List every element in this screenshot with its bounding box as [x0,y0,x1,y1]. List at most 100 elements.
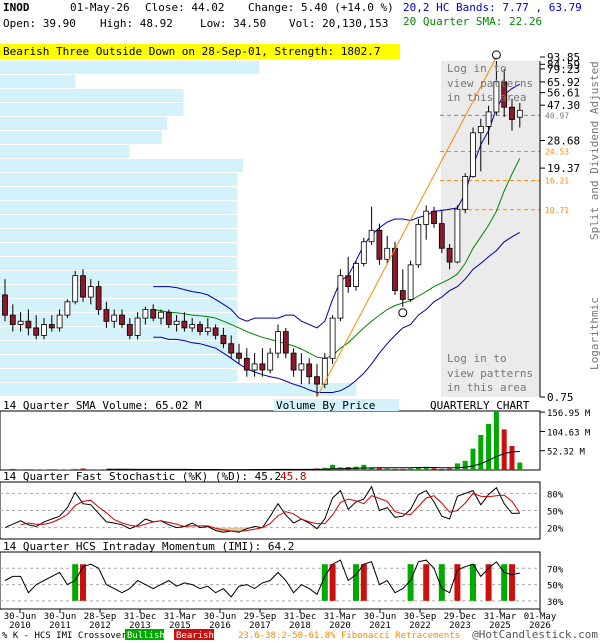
bearish-signal-bar [361,564,367,601]
candle-up [112,315,117,321]
vbp-bar [0,299,238,312]
x-tick-label-year: 2011 [49,621,71,631]
candlestick-chart: INOD 01-May-26 Close: 44.02 Change: 5.40… [0,0,600,640]
candle-up [268,353,273,370]
login-top-line-3: in this area [447,91,526,104]
price-label: 28.68 [547,135,580,148]
candle-up [354,263,359,286]
candle-up [369,230,374,241]
candle-up [385,248,390,259]
volume-bar [400,469,405,470]
volume-bar [486,424,491,470]
close-value: Close: 44.02 [145,1,224,14]
candle-up [361,242,366,264]
imi-axis-label: 30% [547,598,564,608]
stochastic-axis: 80%50%20% [547,490,564,534]
bearish-signal-bar [486,564,492,601]
x-tick-label-year: 2021 [369,621,391,631]
vbp-bar [0,271,238,284]
candle-down [260,364,265,370]
price-label: 19.37 [547,162,580,175]
candle-up [299,364,304,370]
vbp-bar [0,187,238,200]
bullish-signal-bar [322,564,328,601]
stochastic-d-value: 45.8 [280,470,307,483]
vbp-bar [0,355,238,368]
imi-title: 14 Quarter HCS Intraday Momentum (IMI): … [3,540,294,553]
price-label: 56.61 [547,87,580,100]
bullish-signal-bar [353,564,359,601]
vbp-bar [0,369,238,382]
candle-up [190,325,195,328]
vbp-bar [0,201,238,214]
bearish-signal-bar [509,564,515,601]
candle-down [151,310,156,319]
candle-up [517,110,522,117]
volume-axis-label: 104.63 M [547,428,591,438]
fib-price-label: 24.53 [545,148,569,157]
copyright[interactable]: @HotCandlestick.com [472,628,598,640]
candle-up [322,358,327,384]
candle-up [486,112,491,127]
candle-down [229,344,234,353]
volume-axis-label: 52.32 M [547,448,586,458]
candle-up [143,310,148,319]
vbp-bar [0,229,238,242]
stochastic-title: 14 Quarter Fast Stochastic (%K) (%D): 45… [3,470,281,483]
candle-down [182,321,187,328]
vbp-bar [0,103,184,116]
candle-up [471,133,476,177]
candle-down [244,358,249,370]
x-tick-label-year: 2018 [289,621,311,631]
vbp-bar [0,383,356,396]
volume-bar [478,435,483,470]
candle-down [213,328,218,335]
candle-down [10,315,15,324]
volume-bar [408,469,413,471]
candle-down [198,325,203,332]
candle-up [18,321,23,324]
candle-up [424,211,429,224]
candle-up [276,332,281,354]
candle-up [205,328,210,332]
candle-down [346,276,351,287]
price-axis: 93.8584.5979.2365.9256.6147.3040.9728.68… [540,51,580,404]
candle-up [42,325,47,336]
login-bottom-line-2: view patterns [447,367,533,380]
candle-down [49,325,54,328]
vbp-bar [0,159,243,172]
login-top-line-2: view patterns [447,77,533,90]
quote-date: 01-May-26 [70,1,130,14]
volume-value: Vol: 20,130,153 [289,17,388,30]
candle-up [174,321,179,324]
hc-bands-value: 20,2 HC Bands: 7.77 , 63.79 [403,1,582,14]
login-top-line-1: Log in to [447,62,507,75]
chart-page: INOD 01-May-26 Close: 44.02 Change: 5.40… [0,0,600,640]
candle-down [127,325,132,336]
candle-up [408,265,413,300]
bullish-signal-bar [72,564,78,601]
vbp-bar [0,89,184,102]
candle-down [26,321,31,328]
candle-up [463,177,468,210]
vbp-bar [0,243,238,256]
quarter-sma-value: 20 Quarter SMA: 22.26 [403,15,542,28]
candle-down [120,315,125,324]
candle-down [166,312,171,324]
vbp-bar [0,117,167,130]
volume-by-price-label: Volume By Price [276,399,375,412]
volume-panel [0,411,540,470]
fib-price-label: 16.21 [545,177,569,186]
volume-axis: 156.95 M104.63 M52.32 M [540,409,591,458]
volume-bar [393,469,398,470]
candle-up [416,224,421,264]
quarterly-label: QUARTERLY CHART [430,399,530,412]
candle-up [57,315,62,328]
symbol: INOD [3,1,30,14]
volume-bar [494,411,499,470]
candle-down [432,211,437,223]
fib-price-label: 40.97 [545,111,569,120]
candle-down [3,295,8,315]
pattern-banner-text: Bearish Three Outside Down on 28-Sep-01,… [3,45,381,58]
volume-bar [463,461,468,470]
